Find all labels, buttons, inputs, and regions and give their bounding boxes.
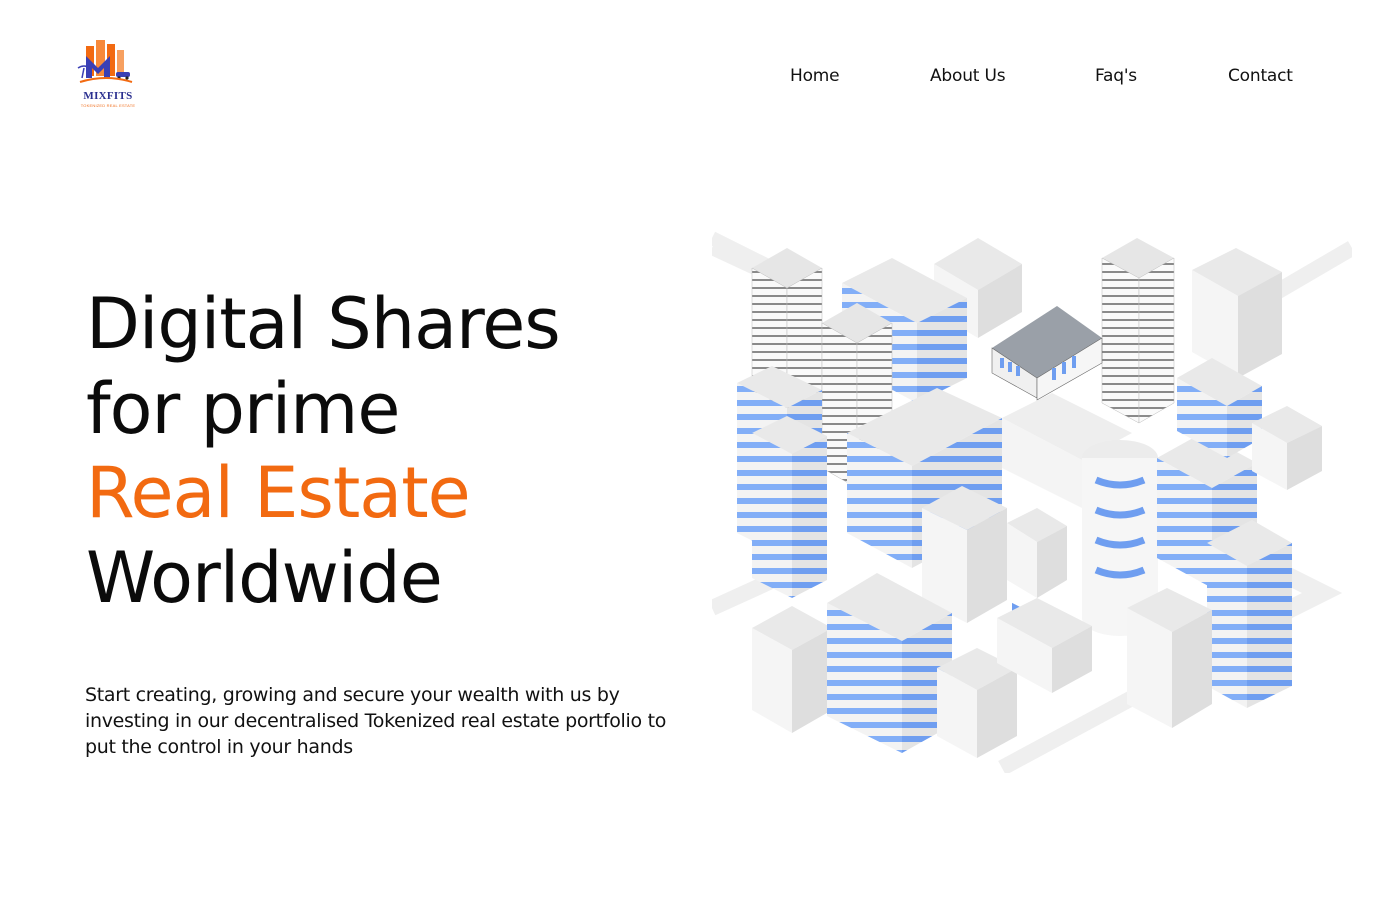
logo-tagline: TOKENIZED REAL ESTATE: [80, 103, 136, 108]
hero-title-line-2: for prime: [86, 367, 400, 450]
city-icon: [708, 231, 1357, 776]
logo-wordmark: MIXFITS: [83, 90, 133, 102]
logo-icon: [77, 40, 133, 83]
isometric-city-illustration: [708, 228, 1357, 776]
hero-title: Digital Shares for prime Real Estate Wor…: [86, 282, 686, 620]
hero-title-line-4: Worldwide: [86, 536, 443, 619]
hero-title-line-1: Digital Shares: [86, 283, 561, 365]
nav-item-about-us[interactable]: About Us: [930, 66, 1006, 86]
nav-item-contact[interactable]: Contact: [1228, 66, 1293, 86]
landing-page: MIXFITS TOKENIZED REAL ESTATE Home About…: [0, 0, 1400, 903]
nav-item-home[interactable]: Home: [790, 66, 840, 86]
hero-title-highlight: Real Estate: [86, 452, 471, 534]
hero-description: Start creating, growing and secure your …: [85, 684, 667, 758]
brand-logo[interactable]: MIXFITS TOKENIZED REAL ESTATE: [76, 38, 140, 110]
nav-item-faqs[interactable]: Faq's: [1095, 66, 1137, 86]
